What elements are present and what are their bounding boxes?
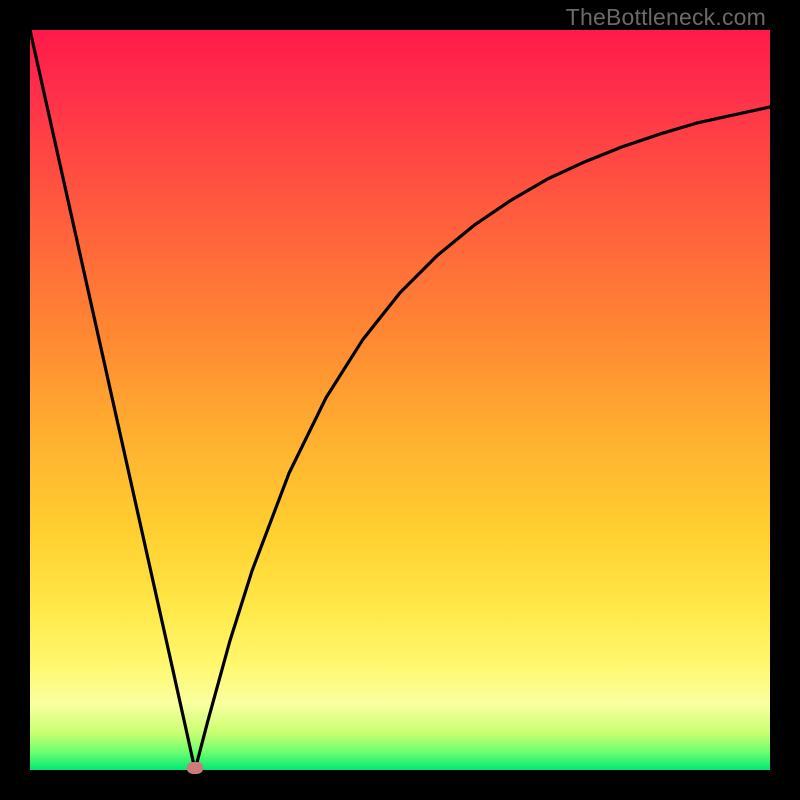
bottleneck-curve — [30, 30, 770, 770]
minimum-marker — [187, 762, 203, 774]
plot-area — [30, 30, 770, 770]
chart-frame: TheBottleneck.com — [0, 0, 800, 800]
watermark-text: TheBottleneck.com — [566, 4, 766, 31]
curve-svg — [30, 30, 770, 770]
